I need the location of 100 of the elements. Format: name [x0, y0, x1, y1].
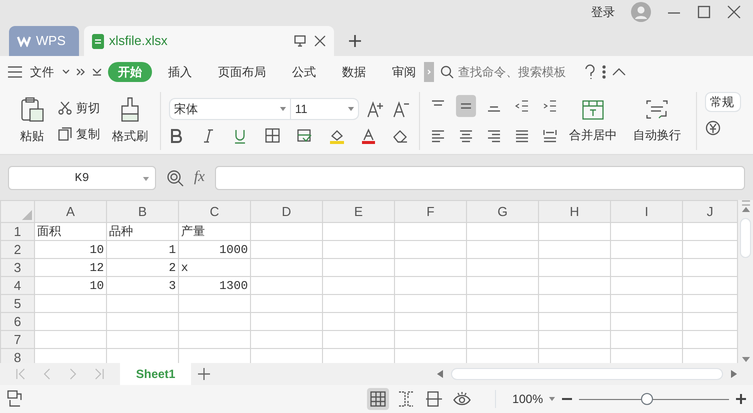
- search-field[interactable]: 查找命令、搜索模板: [440, 63, 578, 81]
- split-handle-icon[interactable]: [742, 200, 750, 206]
- column-header[interactable]: H: [538, 200, 610, 222]
- table-cell: 1000: [178, 240, 250, 258]
- more-icon[interactable]: [602, 65, 606, 79]
- close-icon[interactable]: [314, 35, 326, 47]
- row-header[interactable]: 7: [0, 330, 34, 348]
- app-tab[interactable]: xlsfile.xlsx: [84, 26, 334, 56]
- double-chevron-icon[interactable]: [76, 68, 86, 76]
- scissors-icon: [58, 101, 72, 115]
- row-header[interactable]: 5: [0, 294, 34, 312]
- row-header[interactable]: 3: [0, 258, 34, 276]
- menu-icon[interactable]: [8, 66, 22, 78]
- table-cell: 面积: [34, 222, 106, 240]
- clipboard-icon: [20, 97, 44, 123]
- column-header[interactable]: C: [178, 200, 250, 222]
- column-header[interactable]: G: [466, 200, 538, 222]
- table-cell: x: [178, 258, 250, 276]
- scroll-left-icon[interactable]: [437, 370, 443, 378]
- cut-button[interactable]: 剪切: [58, 99, 100, 117]
- distributed-icon: [542, 128, 558, 144]
- caret-icon: [143, 176, 149, 180]
- row-header[interactable]: 4: [0, 276, 34, 294]
- wrap-text-button[interactable]: 自动换行: [626, 92, 688, 150]
- name-box[interactable]: K9: [8, 166, 156, 190]
- table-cell: 12: [34, 258, 106, 276]
- paste-button[interactable]: 粘贴: [14, 92, 50, 150]
- column-header[interactable]: D: [250, 200, 322, 222]
- scrollbar-thumb[interactable]: [451, 368, 723, 380]
- number-format-field[interactable]: 常规: [705, 92, 741, 112]
- copy-icon: [58, 127, 72, 141]
- cell-style-icon[interactable]: [297, 128, 313, 144]
- borders-icon[interactable]: [265, 128, 281, 144]
- table-cell: 2: [106, 258, 178, 276]
- zoom-search-icon[interactable]: [166, 168, 184, 186]
- column-header[interactable]: A: [34, 200, 106, 222]
- file-menu[interactable]: 文件: [28, 62, 56, 82]
- column-header[interactable]: J: [682, 200, 738, 222]
- format-painter-button[interactable]: 格式刷: [108, 92, 152, 150]
- monitor-icon: [294, 35, 306, 47]
- row-header[interactable]: 6: [0, 312, 34, 330]
- ribbon-tab[interactable]: 页面布局: [208, 62, 276, 82]
- ribbon-tab[interactable]: 公式: [282, 62, 326, 82]
- copy-button[interactable]: 复制: [58, 125, 100, 143]
- scroll-right-icon[interactable]: [731, 370, 737, 378]
- increase-font-icon[interactable]: [367, 100, 385, 118]
- column-header[interactable]: E: [322, 200, 394, 222]
- add-sheet-icon[interactable]: [197, 367, 212, 381]
- row-header[interactable]: 1: [0, 222, 34, 240]
- dropdown-icon[interactable]: [92, 68, 102, 76]
- decrease-indent-icon: [514, 98, 530, 114]
- collapse-icon[interactable]: [612, 68, 626, 76]
- page-break-icon: [397, 390, 416, 408]
- zoom-in-icon[interactable]: [735, 393, 747, 405]
- ribbon-tab[interactable]: 插入: [158, 62, 202, 82]
- function-button[interactable]: fx: [194, 166, 205, 189]
- bottom-align-icon: [488, 106, 500, 112]
- formula-field[interactable]: [214, 166, 745, 190]
- top-align-icon: [432, 100, 444, 106]
- scrollbar-thumb[interactable]: [740, 218, 751, 258]
- table-cell: 3: [106, 276, 178, 294]
- column-header[interactable]: I: [610, 200, 682, 222]
- bold-icon[interactable]: [169, 128, 185, 144]
- ribbon-tab[interactable]: 审阅: [382, 62, 426, 82]
- eye-icon: [453, 390, 472, 408]
- maximize-icon[interactable]: [697, 5, 711, 19]
- normal-view-icon: [369, 390, 388, 408]
- eraser-icon[interactable]: [393, 128, 409, 144]
- column-header[interactable]: F: [394, 200, 466, 222]
- close-icon[interactable]: [727, 5, 741, 19]
- spreadsheet-file-icon: [92, 34, 104, 48]
- column-header[interactable]: B: [106, 200, 178, 222]
- brush-icon: [119, 97, 141, 123]
- zoom-level[interactable]: 100%: [495, 390, 543, 408]
- align-center-icon: [458, 128, 474, 144]
- help-icon[interactable]: [584, 64, 596, 80]
- table-cell: 品种: [106, 222, 178, 240]
- font-color-icon[interactable]: [361, 128, 377, 144]
- row-header[interactable]: 2: [0, 240, 34, 258]
- chevron-down-icon: [62, 69, 70, 75]
- align-left-icon: [430, 128, 446, 144]
- new-tab-icon[interactable]: [348, 34, 362, 48]
- scroll-up-icon[interactable]: [742, 206, 750, 212]
- table-cell: 产量: [178, 222, 250, 240]
- decrease-font-icon[interactable]: [393, 100, 411, 118]
- justify-icon: [514, 128, 530, 144]
- fill-color-icon[interactable]: [329, 128, 345, 144]
- login-link[interactable]: 登录: [591, 3, 615, 21]
- sheet-tab[interactable]: Sheet1: [120, 363, 192, 385]
- row-header[interactable]: 8: [0, 348, 34, 363]
- zoom-slider-thumb[interactable]: [640, 392, 652, 404]
- table-cell: 10: [34, 240, 106, 258]
- normal-view-button[interactable]: [367, 388, 390, 410]
- ribbon-tab[interactable]: 数据: [332, 62, 376, 82]
- middle-align-button[interactable]: [456, 95, 476, 117]
- search-icon: [440, 65, 454, 79]
- w-logo-icon: [17, 35, 31, 47]
- merge-center-button[interactable]: 合并居中: [560, 92, 626, 150]
- table-cell: 10: [34, 276, 106, 294]
- caret-icon: [549, 397, 555, 401]
